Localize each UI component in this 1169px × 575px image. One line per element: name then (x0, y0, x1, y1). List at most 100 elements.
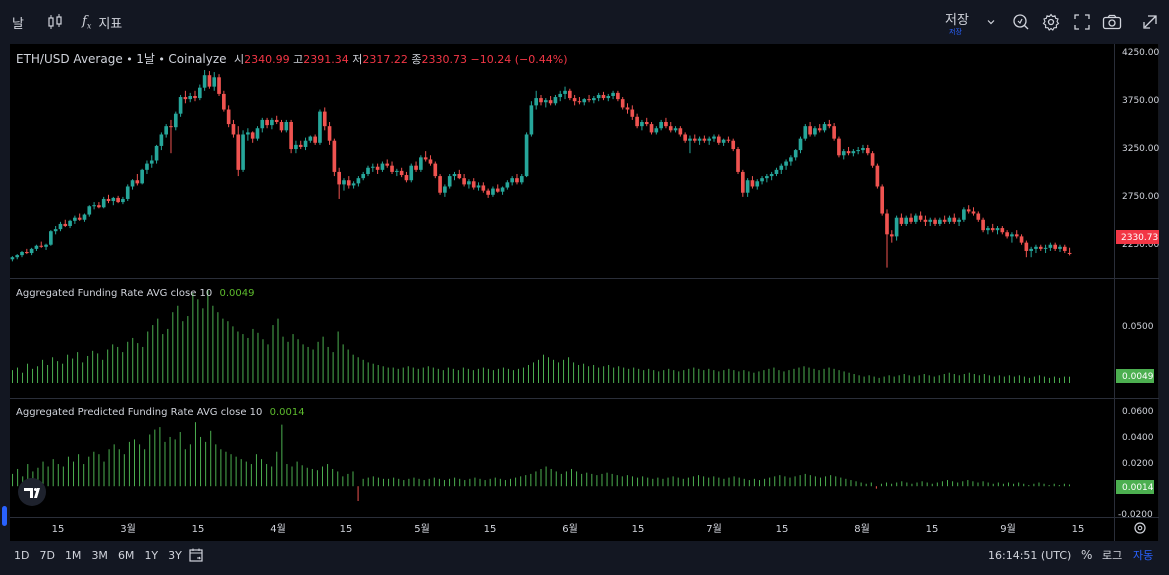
interval-button[interactable]: 날 (6, 0, 30, 44)
range-button-1m[interactable]: 1M (65, 549, 82, 562)
candle-body (274, 119, 279, 122)
fullscreen-icon (1074, 14, 1090, 30)
snapshot-button[interactable] (1100, 0, 1124, 44)
candle-body (596, 94, 601, 99)
candle (414, 161, 418, 172)
candle-body (726, 139, 731, 141)
range-button-6m[interactable]: 6M (118, 549, 135, 562)
candle (649, 122, 654, 135)
symbol-name[interactable]: ETH/USD Average (16, 52, 123, 66)
interval-name: 1날 (136, 52, 155, 66)
candle-body (865, 148, 870, 154)
candle-body (404, 175, 409, 181)
candle-body (683, 134, 687, 141)
publish-button[interactable] (1139, 0, 1161, 44)
funding-tick: 0.0500 (1122, 322, 1154, 332)
candle (577, 97, 582, 105)
candle-body (837, 138, 841, 156)
auto-toggle[interactable]: 자동 (1133, 541, 1153, 569)
save-label: 저장 (945, 12, 969, 28)
range-button-7d[interactable]: 7D (39, 549, 54, 562)
alert-button[interactable] (1010, 0, 1032, 44)
candle-body (82, 214, 87, 220)
candle (207, 71, 212, 89)
candle-body (212, 77, 217, 87)
candle (918, 211, 923, 222)
time-tick: 15 (340, 524, 353, 535)
range-button-1y[interactable]: 1Y (144, 549, 158, 562)
candle (572, 94, 577, 106)
candle-body (246, 132, 250, 135)
candle (145, 160, 149, 174)
candle-body (322, 111, 327, 127)
candle (534, 90, 539, 110)
candle-body (635, 116, 639, 127)
candle (846, 146, 851, 156)
candle (1067, 247, 1072, 256)
candle (279, 119, 284, 133)
tradingview-logo[interactable] (18, 478, 46, 506)
candle (1038, 244, 1043, 251)
candle (1019, 234, 1024, 245)
percent-toggle[interactable]: % (1081, 541, 1092, 569)
candle (495, 184, 500, 193)
candle (510, 176, 514, 186)
candle (976, 211, 981, 222)
goto-date-button[interactable] (188, 541, 204, 569)
time-tick: 15 (192, 524, 205, 535)
gear-icon (1134, 522, 1146, 534)
candle-body (750, 180, 755, 187)
indicators-button[interactable]: fx 지표 (82, 0, 130, 44)
candle-body (250, 132, 255, 139)
candle (611, 90, 615, 100)
candle (159, 132, 164, 151)
candle (423, 151, 428, 162)
candle-body (500, 187, 505, 192)
candle (784, 159, 788, 170)
save-dropdown[interactable] (983, 0, 999, 44)
candle (817, 124, 822, 133)
scroll-handle[interactable] (2, 506, 7, 526)
candle-body (106, 198, 111, 202)
candle (568, 88, 572, 101)
candle (909, 213, 913, 224)
axis-settings-button[interactable] (1134, 522, 1146, 534)
fullscreen-button[interactable] (1071, 0, 1093, 44)
candle (769, 171, 774, 181)
log-toggle[interactable]: 로그 (1102, 541, 1122, 569)
candle-body (255, 128, 260, 139)
price-tick: 3250.00 (1122, 144, 1159, 154)
candle-body (130, 180, 135, 187)
candle-body (193, 96, 197, 99)
candle (640, 119, 644, 131)
candle-body (880, 186, 885, 214)
candle-body (808, 126, 812, 135)
candle (44, 243, 48, 250)
time-tick: 8월 (854, 523, 870, 535)
funding-title[interactable]: Aggregated Funding Rate AVG close 10 (16, 288, 212, 299)
candle-body (813, 128, 817, 135)
candle-body (510, 178, 514, 183)
candle-body (1000, 228, 1005, 233)
predicted-title[interactable]: Aggregated Predicted Funding Rate AVG cl… (16, 407, 262, 418)
settings-button[interactable] (1040, 0, 1062, 44)
candle (1043, 244, 1048, 254)
candle-body (491, 188, 495, 195)
candle-body (938, 219, 942, 224)
funding-last-label: 0.0049 (1122, 372, 1154, 382)
candle (486, 188, 490, 198)
candle (24, 248, 29, 255)
candle (548, 96, 553, 106)
chart-type-button[interactable] (44, 0, 66, 44)
clock[interactable]: 16:14:51 (UTC) (988, 541, 1071, 569)
range-button-3y[interactable]: 3Y (168, 549, 182, 562)
candle-body (664, 122, 668, 127)
range-button-1d[interactable]: 1D (14, 549, 29, 562)
candle-body (116, 197, 120, 203)
chart-area[interactable]: 4250.00 3750.00 3250.00 2750.00 2250.00 … (10, 44, 1159, 541)
candle-body (351, 183, 356, 186)
candle (1005, 230, 1009, 239)
candle (923, 215, 928, 226)
range-button-3m[interactable]: 3M (91, 549, 108, 562)
candle-body (20, 252, 24, 256)
